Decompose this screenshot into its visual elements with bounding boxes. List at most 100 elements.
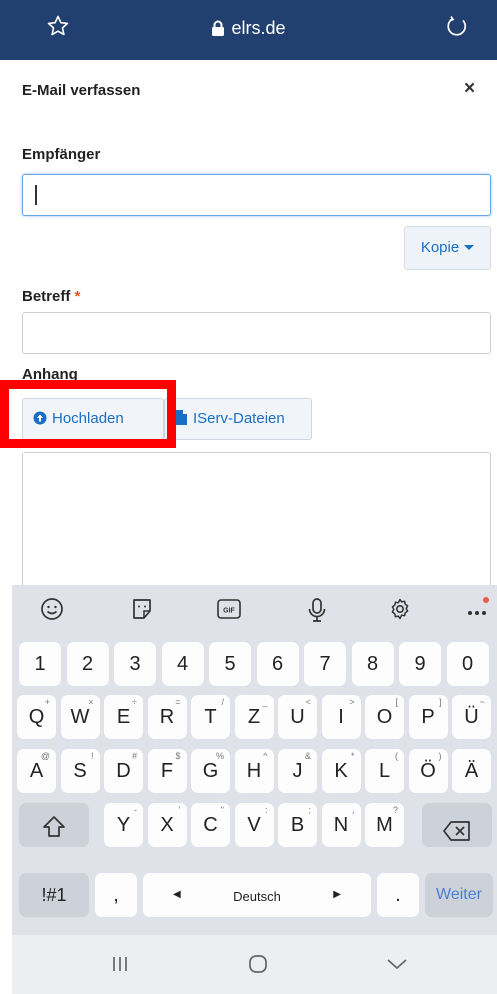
key-3[interactable]: 3 — [114, 642, 156, 686]
reload-icon[interactable] — [444, 14, 470, 45]
key-o[interactable]: O[ — [365, 695, 404, 739]
key-ö[interactable]: Ö) — [408, 749, 448, 793]
key-y-label: Y — [116, 814, 131, 836]
key-x-label: X — [160, 814, 174, 836]
key-f[interactable]: F $ — [147, 749, 187, 793]
keyboard-toolbar: GIF — [12, 585, 497, 633]
key-j[interactable]: J & — [278, 749, 317, 793]
key-u[interactable]: U < — [278, 695, 317, 739]
key-ö-label: Ö — [420, 760, 436, 782]
key-w[interactable]: W × — [60, 695, 100, 739]
space-left-arrow: ◀ — [173, 889, 181, 900]
key-v-label: V — [247, 814, 261, 836]
key-h[interactable]: H ^ — [234, 749, 274, 793]
symbols-key[interactable]: !#1 — [19, 873, 89, 917]
space-language-label: Deutsch — [233, 889, 281, 904]
key-1[interactable]: 1 — [19, 642, 61, 686]
sticker-icon[interactable] — [130, 597, 154, 626]
gif-icon[interactable]: GIF — [216, 597, 242, 626]
key-b-hint: ; — [308, 805, 311, 815]
close-button[interactable]: × — [464, 78, 475, 100]
key-e-label: E — [116, 706, 131, 728]
iserv-files-button[interactable]: IServ-Dateien — [164, 398, 312, 440]
key-q[interactable]: Q + — [17, 695, 56, 739]
key-6[interactable]: 6 — [256, 642, 299, 686]
key-x[interactable]: X ' — [147, 803, 187, 847]
key-y-hint: - — [134, 805, 137, 815]
key-k[interactable]: K * — [321, 749, 361, 793]
subject-label-text: Betreff — [22, 288, 71, 305]
key-r[interactable]: R = — [147, 695, 187, 739]
key-u-hint: < — [305, 697, 311, 707]
key-2[interactable]: 2 — [66, 642, 109, 686]
recipient-label: Empfänger — [22, 146, 101, 163]
key-o-hint: [ — [395, 697, 398, 707]
comma-key[interactable]: , — [95, 873, 137, 917]
emoji-icon[interactable] — [40, 597, 64, 626]
onscreen-keyboard: GIF 1 2 3 4 5 6 7 8 9 0 Q + W × E ÷ R = T / Z _ U < I > O[P] Ü ~ A @ S!… — [12, 585, 497, 994]
key-i[interactable]: I > — [321, 695, 361, 739]
key-t[interactable]: T / — [191, 695, 230, 739]
key-c-label: C — [203, 814, 218, 836]
recipient-input[interactable] — [22, 174, 491, 216]
key-ä[interactable]: Ä — [452, 749, 491, 793]
key-8-label: 8 — [366, 653, 379, 675]
subject-input[interactable] — [22, 312, 491, 354]
key-ü[interactable]: Ü ~ — [452, 695, 491, 739]
period-key[interactable]: . — [377, 873, 419, 917]
key-p-label: P — [421, 706, 435, 728]
copy-button-label: Kopie — [420, 239, 460, 256]
key-w-hint: × — [88, 697, 94, 707]
key-ü-label: Ü — [464, 706, 479, 728]
key-m[interactable]: M? — [365, 803, 404, 847]
key-8[interactable]: 8 — [351, 642, 394, 686]
spacebar-key[interactable]: ◀ Deutsch ▶ — [143, 873, 371, 917]
key-0-label: 0 — [461, 653, 474, 675]
key-v[interactable]: V: — [234, 803, 274, 847]
key-g[interactable]: G% — [191, 749, 230, 793]
key-e[interactable]: E ÷ — [104, 695, 143, 739]
key-s[interactable]: S! — [60, 749, 100, 793]
microphone-icon[interactable] — [306, 597, 328, 628]
key-d[interactable]: D # — [104, 749, 143, 793]
key-q-hint: + — [44, 697, 50, 707]
symbols-key-label: !#1 — [41, 885, 67, 905]
key-n[interactable]: N, — [321, 803, 361, 847]
key-0[interactable]: 0 — [446, 642, 489, 686]
key-m-label: M — [376, 814, 393, 836]
enter-key[interactable]: Weiter — [425, 873, 493, 917]
key-p[interactable]: P] — [408, 695, 448, 739]
key-n-hint: , — [351, 805, 355, 815]
svg-text:GIF: GIF — [223, 608, 235, 615]
key-a-hint: @ — [40, 751, 50, 761]
more-options-icon[interactable] — [466, 595, 492, 626]
address-bar[interactable]: elrs.de — [0, 18, 497, 41]
key-7-label: 7 — [319, 653, 331, 675]
key-b[interactable]: B; — [278, 803, 317, 847]
key-9[interactable]: 9 — [399, 642, 441, 686]
home-icon[interactable] — [248, 954, 268, 979]
key-g-hint: % — [215, 751, 224, 761]
recent-apps-icon[interactable] — [110, 955, 130, 978]
key-j-hint: & — [304, 751, 311, 761]
key-c[interactable]: C " — [191, 803, 230, 847]
settings-gear-icon[interactable] — [388, 597, 412, 626]
key-y[interactable]: Y- — [104, 803, 143, 847]
key-l[interactable]: L( — [365, 749, 404, 793]
key-5[interactable]: 5 — [209, 642, 251, 686]
key-3-label: 3 — [129, 653, 141, 675]
key-i-label: I — [338, 706, 344, 728]
key-z[interactable]: Z _ — [234, 695, 274, 739]
hide-keyboard-chevron-icon[interactable] — [386, 957, 408, 976]
backspace-key[interactable] — [422, 803, 492, 847]
key-4[interactable]: 4 — [161, 642, 204, 686]
key-f-hint: $ — [175, 751, 181, 761]
copy-dropdown-button[interactable]: Kopie — [404, 226, 491, 270]
key-ü-hint: ~ — [479, 697, 485, 707]
dialog-title: E-Mail verfassen — [22, 82, 141, 99]
key-7[interactable]: 7 — [304, 642, 346, 686]
key-9-label: 9 — [414, 653, 426, 675]
shift-key[interactable] — [19, 803, 89, 847]
key-s-hint: ! — [90, 751, 94, 761]
key-a[interactable]: A @ — [17, 749, 56, 793]
